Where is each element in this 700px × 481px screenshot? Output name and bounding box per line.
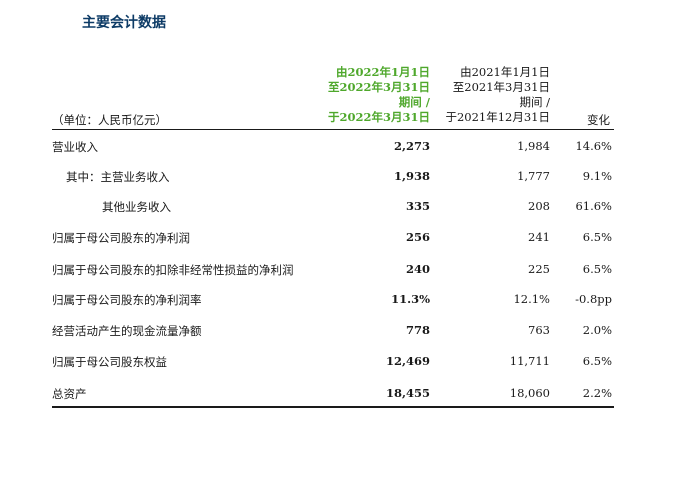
header-divider: [52, 129, 614, 130]
row-label: 归属于母公司股东权益: [52, 355, 167, 369]
table-bottom-rule: [52, 406, 614, 408]
change-value: 6.5%: [582, 262, 612, 276]
table-row: 归属于母公司股东的扣除非经常性损益的净利润 240 225 6.5%: [0, 262, 700, 282]
table-row: 其中：主营业务收入 1,938 1,777 9.1%: [0, 169, 700, 189]
previous-value: 208: [528, 199, 550, 213]
current-value: 778: [405, 323, 430, 337]
current-value: 18,455: [385, 386, 430, 400]
table-row: 归属于母公司股东权益 12,469 11,711 6.5%: [0, 354, 700, 374]
row-label: 总资产: [52, 387, 87, 401]
previous-period-header: 由2021年1月1日 至2021年3月31日 期间 / 于2021年12月31日: [420, 65, 550, 125]
previous-period-line: 至2021年3月31日: [452, 80, 550, 94]
current-period-line: 于2022年3月31日: [327, 110, 430, 124]
change-header: 变化: [587, 113, 610, 127]
current-value: 12,469: [385, 354, 430, 368]
change-value: 14.6%: [575, 139, 612, 153]
change-value: 9.1%: [582, 169, 612, 183]
page-title: 主要会计数据: [82, 15, 166, 31]
previous-value: 12.1%: [513, 292, 550, 306]
current-value: 256: [405, 230, 430, 244]
previous-period-line: 期间 /: [519, 95, 550, 109]
table-row: 其他业务收入 335 208 61.6%: [0, 199, 700, 219]
previous-period-line: 由2021年1月1日: [460, 65, 550, 79]
unit-label: （单位：人民币亿元）: [52, 113, 167, 127]
row-label: 其他业务收入: [102, 200, 171, 214]
current-value: 2,273: [393, 139, 430, 153]
current-value: 240: [405, 262, 430, 276]
table-row: 归属于母公司股东的净利润率 11.3% 12.1% -0.8pp: [0, 292, 700, 312]
previous-value: 11,711: [509, 354, 550, 368]
current-value: 11.3%: [391, 292, 430, 306]
previous-value: 225: [528, 262, 550, 276]
previous-value: 1,777: [517, 169, 550, 183]
row-label: 经营活动产生的现金流量净额: [52, 324, 202, 338]
current-value: 335: [405, 199, 430, 213]
current-period-line: 期间 /: [398, 95, 430, 109]
previous-value: 763: [528, 323, 550, 337]
table-row: 总资产 18,455 18,060 2.2%: [0, 386, 700, 406]
row-label: 其中：主营业务收入: [66, 170, 170, 184]
change-value: -0.8pp: [575, 292, 612, 306]
table-row: 归属于母公司股东的净利润 256 241 6.5%: [0, 230, 700, 250]
previous-period-line: 于2021年12月31日: [445, 110, 550, 124]
change-value: 6.5%: [582, 354, 612, 368]
current-value: 1,938: [393, 169, 430, 183]
table-row: 营业收入 2,273 1,984 14.6%: [0, 139, 700, 159]
current-period-header: 由2022年1月1日 至2022年3月31日 期间 / 于2022年3月31日: [300, 65, 430, 125]
row-label: 归属于母公司股东的扣除非经常性损益的净利润: [52, 263, 294, 277]
table-row: 经营活动产生的现金流量净额 778 763 2.0%: [0, 323, 700, 343]
previous-value: 241: [528, 230, 550, 244]
change-value: 2.0%: [582, 323, 612, 337]
row-label: 营业收入: [52, 140, 98, 154]
row-label: 归属于母公司股东的净利润: [52, 231, 190, 245]
previous-value: 1,984: [517, 139, 550, 153]
current-period-line: 至2022年3月31日: [327, 80, 430, 94]
change-value: 2.2%: [582, 386, 612, 400]
change-value: 6.5%: [582, 230, 612, 244]
row-label: 归属于母公司股东的净利润率: [52, 293, 202, 307]
previous-value: 18,060: [509, 386, 550, 400]
change-value: 61.6%: [575, 199, 612, 213]
current-period-line: 由2022年1月1日: [335, 65, 430, 79]
